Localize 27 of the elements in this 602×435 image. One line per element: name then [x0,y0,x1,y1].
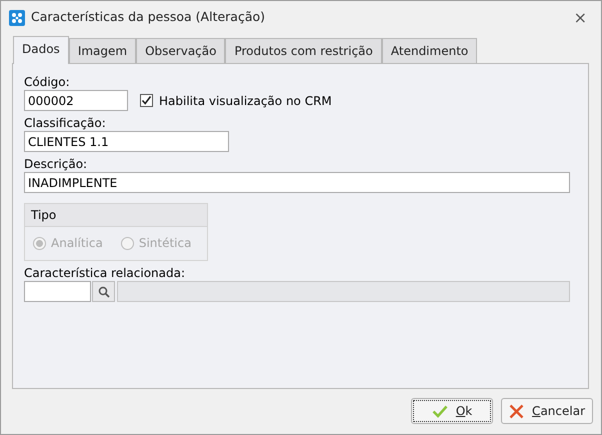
window-title: Características da pessoa (Alteração) [31,8,266,26]
tab[interactable]: Dados [13,36,69,64]
field-label: Classificação: [24,116,107,131]
field-label: Característica relacionada: [24,266,186,281]
app-icon [9,10,25,26]
radio-label: Sintética [138,235,192,252]
dialog-button[interactable]: Cancelar [501,398,593,424]
search-icon [98,286,110,298]
search-button[interactable] [92,281,115,302]
tab[interactable]: Imagem [68,38,136,63]
field-label: Código: [24,75,71,90]
check-icon [432,404,448,418]
related-code-field[interactable] [24,281,91,302]
code-field[interactable]: 000002 [24,90,128,111]
close-button[interactable]: × [568,10,593,26]
close-icon [509,404,524,418]
tab[interactable]: Produtos com restrição [225,38,382,63]
dialog-button[interactable]: Ok [411,398,494,424]
tab[interactable]: Atendimento [382,38,478,63]
description-field[interactable]: INADIMPLENTE [24,172,570,193]
group-title: Tipo [25,204,207,227]
classification-field[interactable]: CLIENTES 1.1 [24,131,229,152]
tab[interactable]: Observação [136,38,226,63]
checkbox-label: Habilita visualização no CRM [159,92,332,110]
checkbox[interactable] [140,94,153,107]
field-label: Descrição: [24,157,88,172]
radio-label: Analítica [51,235,103,252]
